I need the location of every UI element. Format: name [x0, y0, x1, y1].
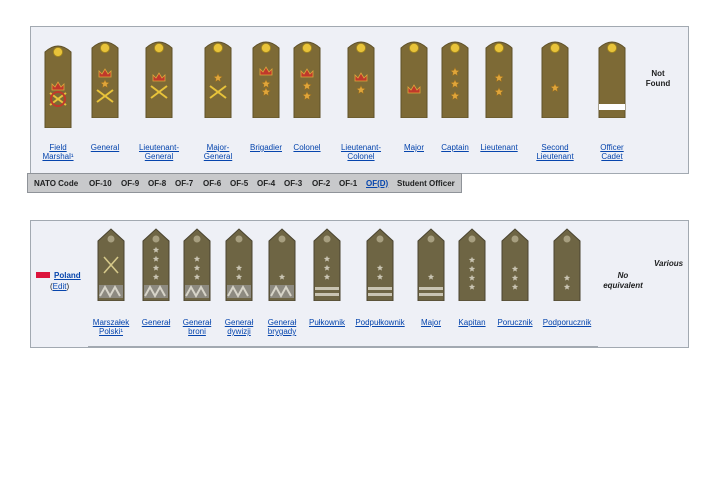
- nato-code: OF-4: [257, 179, 276, 188]
- nato-code: OF-3: [284, 179, 303, 188]
- uk-rank-link[interactable]: Captain: [441, 143, 469, 152]
- poland-epaulette-5: [268, 228, 296, 301]
- poland-epaulette-7: [366, 228, 394, 301]
- edit-close-paren: ): [66, 282, 70, 291]
- nato-code: OF-8: [148, 179, 167, 188]
- nato-code: Student Officer: [397, 179, 455, 188]
- nato-code: OF-10: [89, 179, 112, 188]
- poland-epaulette-10: [501, 228, 529, 301]
- edit-link-wrapper: (Edit): [50, 282, 69, 291]
- uk-epaulette-11: [541, 41, 569, 118]
- poland-rank-link[interactable]: Podpułkownik: [355, 318, 404, 327]
- poland-rank-link[interactable]: Generał: [142, 318, 170, 327]
- uk-rank-link[interactable]: Lieutenant: [480, 143, 517, 152]
- poland-rank-link[interactable]: Generał broni: [183, 318, 211, 336]
- poland-rank-link[interactable]: Generał brygady: [268, 318, 296, 336]
- uk-epaulette-8: [400, 41, 428, 118]
- nato-code: OF-5: [230, 179, 249, 188]
- poland-epaulette-2: [142, 228, 170, 301]
- uk-rank-link[interactable]: Major: [404, 143, 424, 152]
- poland-rank-link[interactable]: Marszałek Polski¹: [93, 318, 129, 336]
- poland-rank-link[interactable]: Podporucznik: [543, 318, 591, 327]
- uk-epaulette-7: [347, 41, 375, 118]
- uk-rank-link[interactable]: Brigadier: [250, 143, 282, 152]
- uk-rank-link[interactable]: Lieutenant- General: [139, 143, 179, 161]
- uk-epaulette-6: [293, 41, 321, 118]
- nato-code: NATO Code: [34, 179, 79, 188]
- poland-rank-link[interactable]: Porucznik: [497, 318, 532, 327]
- nato-code: OF-6: [203, 179, 222, 188]
- nato-code: OF-1: [339, 179, 358, 188]
- poland-epaulette-6: [313, 228, 341, 301]
- uk-rank-link[interactable]: Officer Cadet: [600, 143, 623, 161]
- poland-rank-link[interactable]: Pułkownik: [309, 318, 345, 327]
- nato-code: OF-7: [175, 179, 194, 188]
- nato-code-bar: NATO Code OF-10 OF-9 OF-8 OF-7 OF-6 OF-5 OF-4 OF…: [27, 173, 462, 193]
- uk-epaulette-10: [485, 41, 513, 118]
- poland-flag-icon: [36, 272, 50, 278]
- various-label: Various: [654, 259, 684, 268]
- uk-epaulette-4: [204, 41, 232, 118]
- poland-epaulette-3: [183, 228, 211, 301]
- uk-epaulette-2: [91, 41, 119, 118]
- poland-epaulette-8: [417, 228, 445, 301]
- uk-rank-link[interactable]: Colonel: [293, 143, 320, 152]
- poland-epaulette-4: [225, 228, 253, 301]
- uk-epaulette-5: [252, 41, 280, 118]
- table-bottom-rule: [88, 346, 598, 347]
- edit-link[interactable]: Edit: [53, 282, 67, 291]
- uk-rank-link[interactable]: Major- General: [204, 143, 232, 161]
- uk-rank-link[interactable]: Field Marshal¹: [42, 143, 73, 161]
- uk-rank-link[interactable]: General: [91, 143, 119, 152]
- uk-epaulette-3: [145, 41, 173, 118]
- uk-epaulette-12: [598, 41, 626, 118]
- nato-code: OF-2: [312, 179, 331, 188]
- poland-epaulette-9: [458, 228, 486, 301]
- poland-epaulette-11: [553, 228, 581, 301]
- nato-code: OF-9: [121, 179, 140, 188]
- uk-rank-link[interactable]: Lieutenant- Colonel: [341, 143, 381, 161]
- uk-epaulette-9: [441, 41, 469, 118]
- uk-rank-link[interactable]: Second Lieutenant: [536, 143, 573, 161]
- poland-rank-link[interactable]: Kapitan: [458, 318, 485, 327]
- not-found-label: Not Found: [645, 69, 671, 88]
- poland-rank-link[interactable]: Major: [421, 318, 441, 327]
- nato-code-link[interactable]: OF(D): [366, 179, 388, 188]
- poland-rank-link[interactable]: Generał dywizji: [225, 318, 253, 336]
- uk-epaulette-1: [44, 45, 72, 128]
- poland-link[interactable]: Poland: [54, 271, 81, 280]
- no-equivalent-label: No equivalent: [603, 271, 643, 290]
- poland-epaulette-1: [97, 228, 125, 301]
